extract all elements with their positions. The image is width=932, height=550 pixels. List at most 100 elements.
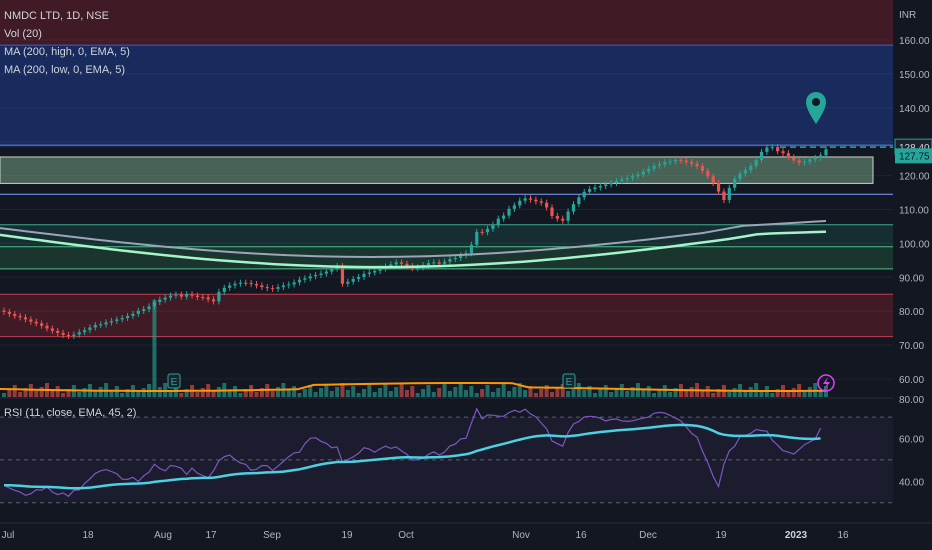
volume-bar xyxy=(619,384,624,397)
candle xyxy=(625,177,629,180)
candle xyxy=(528,198,533,200)
zone-blue xyxy=(0,45,893,147)
volume-bar xyxy=(421,389,426,397)
price-tick-label: 70.00 xyxy=(899,341,924,352)
candle xyxy=(797,160,801,163)
candle xyxy=(684,160,688,163)
volume-bar xyxy=(458,383,463,397)
candle xyxy=(201,296,205,298)
volume-bar xyxy=(576,383,581,397)
price-tick-label: 60.00 xyxy=(899,375,924,386)
volume-bar xyxy=(200,388,205,397)
volume-bar xyxy=(582,390,587,397)
rsi-legend[interactable]: RSI (11, close, EMA, 45, 2) xyxy=(4,407,136,419)
volume-bar xyxy=(356,393,361,397)
candle xyxy=(308,276,312,279)
candle xyxy=(13,313,17,316)
candle xyxy=(163,297,167,300)
zone-green-box xyxy=(0,156,874,184)
candle xyxy=(99,324,103,326)
time-tick-label: Sep xyxy=(263,530,281,541)
volume-bar xyxy=(732,388,737,397)
candle xyxy=(319,273,323,275)
candle xyxy=(523,198,527,201)
candle xyxy=(711,176,715,184)
candle xyxy=(738,173,742,179)
price-tick-label: 110.00 xyxy=(899,206,929,217)
candle xyxy=(228,285,232,288)
zone-top-red xyxy=(0,0,893,46)
currency-label: INR xyxy=(899,10,916,21)
time-tick-label: Oct xyxy=(398,530,414,541)
candle xyxy=(136,310,140,314)
volume-bar xyxy=(705,386,710,397)
candle xyxy=(453,257,457,259)
price-chart[interactable]: E E INR 60.00 70.00 80.00 90.00 100.00 110.00 12… xyxy=(0,0,932,550)
candle xyxy=(314,274,318,277)
volume-bar xyxy=(447,391,452,397)
candle xyxy=(324,271,328,274)
volume-bar xyxy=(711,393,716,397)
candle xyxy=(759,151,764,161)
price-tick-label: 120.00 xyxy=(899,172,930,183)
volume-bar xyxy=(566,391,571,397)
candle xyxy=(614,181,619,184)
candle xyxy=(244,282,248,284)
volume-bar xyxy=(18,392,23,397)
candle xyxy=(786,153,790,158)
candle xyxy=(281,285,285,288)
candle xyxy=(802,161,807,163)
candle xyxy=(190,294,194,296)
candle xyxy=(72,334,76,336)
legend-volume[interactable]: Vol (20) xyxy=(4,25,130,43)
volume-bar xyxy=(464,390,469,397)
volume-bar xyxy=(394,387,399,397)
candle xyxy=(727,187,731,201)
legend: NMDC LTD, 1D, NSE Vol (20) MA (200, high… xyxy=(4,7,130,79)
candle xyxy=(2,310,6,312)
volume-bar xyxy=(431,392,436,397)
candle xyxy=(673,160,678,162)
time-axis: Jul 18 Aug 17 Sep 19 Oct Nov 16 Dec 19 2023 16 xyxy=(0,522,932,541)
legend-ma-low[interactable]: MA (200, low, 0, EMA, 5) xyxy=(4,61,130,79)
candle xyxy=(609,183,613,185)
volume-bar xyxy=(211,391,216,397)
volume-bar xyxy=(646,386,651,397)
legend-ma-high[interactable]: MA (200, high, 0, EMA, 5) xyxy=(4,43,130,61)
candle xyxy=(254,284,259,286)
candle xyxy=(502,215,506,219)
candle xyxy=(813,157,817,160)
candle xyxy=(330,268,334,272)
volume-bar xyxy=(34,391,39,397)
candle xyxy=(539,201,543,203)
volume-bar xyxy=(512,387,517,397)
volume-bar xyxy=(523,390,528,397)
volume-bar xyxy=(77,392,82,397)
candle xyxy=(792,157,796,161)
candle xyxy=(561,218,565,221)
candle xyxy=(185,294,189,297)
candle xyxy=(555,215,559,219)
candle xyxy=(545,202,549,208)
candle xyxy=(7,311,11,314)
candle xyxy=(29,319,33,322)
candle xyxy=(45,325,49,329)
candle xyxy=(496,218,500,225)
time-tick-label: Aug xyxy=(154,530,172,541)
volume-bar xyxy=(297,393,302,397)
candle xyxy=(233,283,237,286)
volume-bar xyxy=(270,391,275,397)
volume-bar xyxy=(195,392,200,397)
candle xyxy=(722,191,726,201)
candle xyxy=(346,281,350,284)
candle xyxy=(61,332,65,335)
candle xyxy=(131,313,135,316)
candle xyxy=(566,211,570,221)
volume-bar xyxy=(625,391,630,397)
candle xyxy=(630,176,635,178)
volume-bar xyxy=(7,389,12,397)
candle xyxy=(695,163,699,167)
candle xyxy=(303,278,307,280)
legend-symbol[interactable]: NMDC LTD, 1D, NSE xyxy=(4,7,130,25)
location-pin-icon xyxy=(812,98,820,106)
